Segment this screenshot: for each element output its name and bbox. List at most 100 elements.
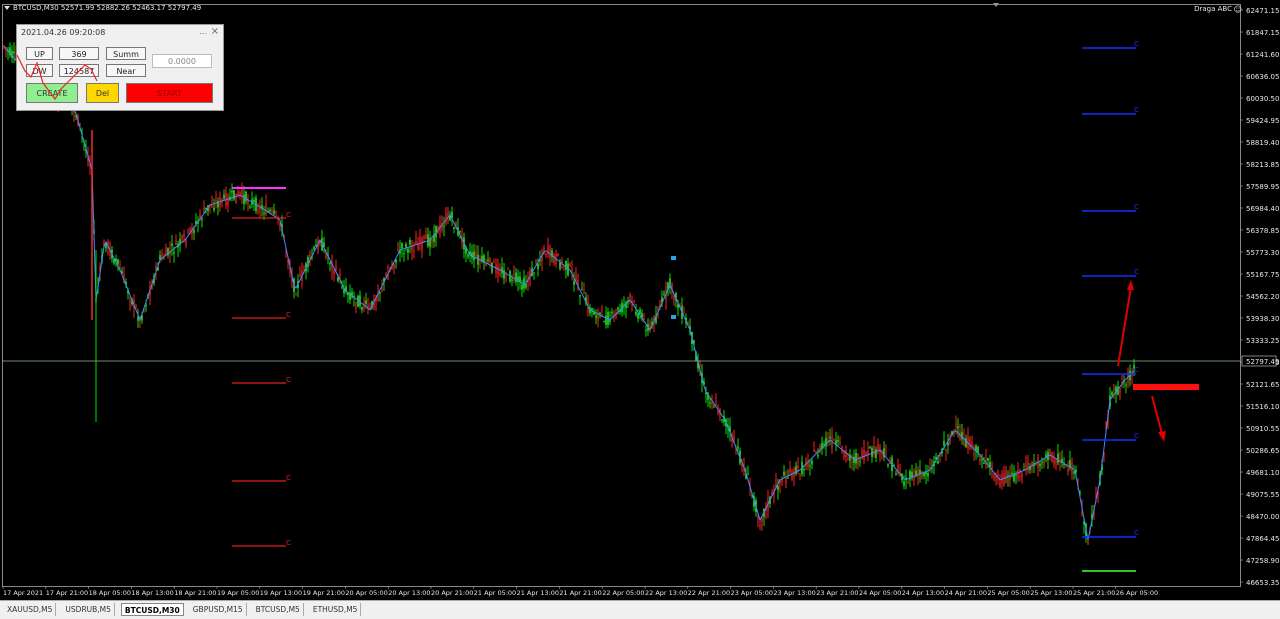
candle-body	[359, 295, 361, 307]
candle-body	[501, 267, 503, 274]
y-tick-label: 49075.55	[1246, 491, 1279, 499]
candle-body	[635, 311, 637, 315]
candle-body	[365, 300, 367, 304]
x-tick-label: 17 Apr 2021	[3, 589, 43, 597]
candle-body	[777, 486, 779, 490]
candle-body	[813, 449, 815, 452]
candle-body	[467, 254, 469, 257]
tab-btcusd-m30[interactable]: BTCUSD,M30	[120, 603, 184, 616]
y-tick-label: 58213.85	[1246, 161, 1279, 169]
symbol-info: BTCUSD,M30 52571.99 52882.26 52463.17 52…	[13, 4, 202, 12]
candle-body	[265, 204, 267, 215]
candle-body	[799, 474, 801, 476]
x-tick-label: 19 Apr 05:00	[217, 589, 259, 597]
down-arrow	[1151, 395, 1163, 435]
tab-xauusd-m5[interactable]: XAUUSD,M5	[4, 603, 57, 616]
y-tick-label: 58819.40	[1246, 139, 1279, 147]
trade-panel[interactable]: 2021.04.26 09:20:08 ... × UP 369 Summ DW…	[16, 24, 224, 111]
candle-body	[407, 248, 409, 253]
x-tick-label: 24 Apr 13:00	[902, 589, 944, 597]
candle-body	[227, 195, 229, 206]
candle-body	[189, 227, 191, 231]
candle-body	[603, 321, 605, 323]
level-mark: C	[286, 539, 291, 547]
candle-body	[791, 470, 793, 481]
x-tick-label: 22 Apr 05:00	[602, 589, 644, 597]
candle-body	[553, 254, 555, 264]
candle-body	[233, 190, 235, 200]
candle-body	[491, 262, 493, 273]
candle-body	[809, 465, 811, 467]
level-mark: C	[286, 211, 291, 219]
candle-body	[863, 449, 865, 461]
candle-body	[487, 259, 489, 261]
candle-body	[381, 288, 383, 290]
candle-body	[1055, 459, 1057, 466]
candle-body	[561, 260, 563, 263]
candle-body	[569, 263, 571, 266]
candle-body	[295, 294, 297, 296]
candle-body	[877, 443, 879, 450]
candle-body	[205, 207, 207, 210]
level-mark: C	[286, 376, 291, 384]
candle-body	[489, 258, 491, 263]
candle-body	[1043, 459, 1045, 466]
tab-btcusd-m5[interactable]: BTCUSD,M5	[253, 603, 304, 616]
tab-ethusd-m5[interactable]: ETHUSD,M5	[310, 603, 362, 616]
candle-body	[1025, 464, 1027, 468]
x-tick-label: 25 Apr 21:00	[1073, 589, 1115, 597]
candle-body	[903, 481, 905, 486]
candle-body	[983, 463, 985, 465]
candle-body	[215, 200, 217, 202]
y-tick-label: 55167.75	[1246, 271, 1279, 279]
up-arrow	[1117, 286, 1132, 367]
candle-body	[969, 438, 971, 450]
y-tick-label: 47864.45	[1246, 535, 1279, 543]
candle-body	[859, 461, 861, 463]
level-mark: C	[1134, 366, 1139, 374]
x-tick-label: 25 Apr 13:00	[1030, 589, 1072, 597]
candle-body	[663, 293, 665, 295]
chart-header: BTCUSD,M30 52571.99 52882.26 52463.17 52…	[4, 4, 201, 14]
zone-rectangle[interactable]	[1133, 384, 1199, 390]
candle-body	[613, 312, 615, 314]
y-tick-label: 50910.55	[1246, 425, 1279, 433]
candle-body	[563, 266, 565, 268]
level-mark: C	[286, 474, 291, 482]
candle-body	[579, 294, 581, 297]
candle-body	[927, 473, 929, 477]
candle-body	[617, 307, 619, 310]
candle-body	[955, 424, 957, 426]
candle-body	[505, 276, 507, 278]
candle-body	[263, 212, 265, 215]
candle-body	[341, 287, 343, 289]
collapse-triangle-icon[interactable]	[4, 6, 10, 10]
candle-body	[979, 457, 981, 462]
candle-body	[159, 255, 161, 260]
tab-usdrub-m5[interactable]: USDRUB,M5	[62, 603, 115, 616]
y-tick-label: 48470.00	[1246, 513, 1279, 521]
tab-gbpusd-m15[interactable]: GBPUSD,M15	[190, 603, 247, 616]
level-mark: C	[286, 311, 291, 319]
candle-body	[837, 439, 839, 442]
signal-dot	[671, 315, 676, 319]
candle-body	[861, 450, 863, 458]
candle-body	[129, 300, 131, 302]
candle-body	[269, 209, 271, 212]
candle-body	[507, 268, 509, 270]
x-tick-label: 22 Apr 21:00	[688, 589, 730, 597]
candle-body	[873, 445, 875, 455]
candle-body	[637, 314, 639, 319]
candle-body	[999, 482, 1001, 487]
candle-body	[397, 248, 399, 251]
candle-body	[235, 193, 237, 204]
candle-body	[605, 315, 607, 325]
candle-body	[981, 459, 983, 461]
candles-group	[3, 42, 1135, 546]
y-tick-label: 55773.30	[1246, 249, 1279, 257]
candle-body	[683, 311, 685, 313]
candle-body	[425, 234, 427, 240]
candle-body	[715, 401, 717, 403]
level-mark: C	[1134, 106, 1139, 114]
x-tick-label: 19 Apr 13:00	[260, 589, 302, 597]
